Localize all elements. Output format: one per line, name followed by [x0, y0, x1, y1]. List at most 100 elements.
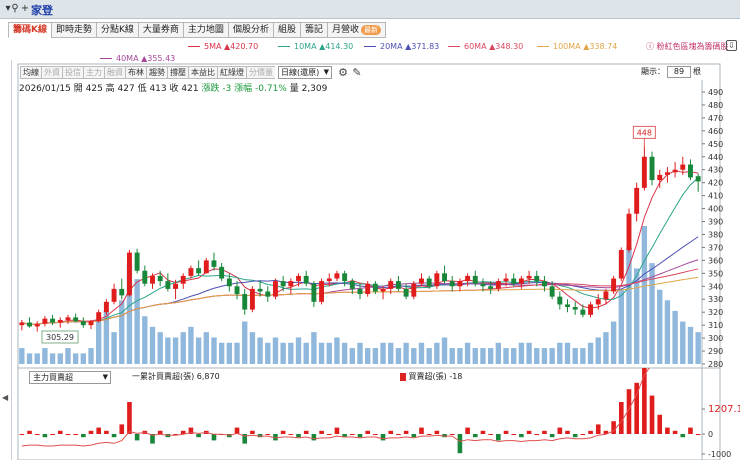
ma-hint[interactable]: ⓘ 粉紅色區塊為籌碼股	[646, 41, 729, 52]
volume-bar	[165, 337, 171, 364]
price-tick-label: 390	[708, 218, 723, 227]
net-buysell-bar	[119, 424, 125, 434]
candle-body	[265, 291, 271, 297]
tab-8[interactable]: 月營收 最新	[326, 22, 386, 38]
volume-bar	[149, 326, 156, 364]
candle-body	[296, 275, 301, 282]
candle-body	[395, 281, 401, 289]
tab-3[interactable]: 大量券商	[137, 22, 183, 38]
net-buysell-bar	[265, 434, 271, 435]
high-marker: 448	[637, 128, 652, 137]
net-buysell-bar	[496, 434, 501, 441]
ma-line-swatch	[188, 46, 200, 47]
net-buysell-chart[interactable]: 1207.1 0 -1000	[14, 368, 740, 460]
ma-legend-label: 10MA ▲414.30	[294, 42, 354, 51]
volume-bar	[526, 342, 532, 364]
volume-bar	[672, 310, 678, 364]
price-tick-label: 470	[708, 114, 723, 123]
net-buysell-bar	[611, 421, 616, 434]
volume-bar	[80, 353, 87, 364]
candle-body	[42, 318, 48, 324]
net-buysell-bar	[511, 434, 517, 435]
candle-body	[119, 288, 125, 296]
net-buysell-bar	[50, 434, 55, 435]
candle-body	[142, 270, 148, 284]
candle-body	[249, 288, 255, 310]
add-icon[interactable]: +	[19, 3, 31, 15]
volume-bar	[357, 342, 363, 364]
net-buysell-bar	[465, 427, 470, 434]
candle-body	[641, 156, 647, 188]
net-buysell-bar	[57, 430, 63, 434]
ma-legend-item: 60MA ▲348.30	[448, 42, 523, 51]
volume-bar	[687, 326, 694, 364]
volume-bar	[426, 348, 432, 364]
candle-body	[695, 176, 701, 182]
candle-body	[80, 321, 86, 326]
volume-bar	[242, 321, 248, 364]
candle-body	[19, 322, 25, 326]
ma-hint-text: 粉紅色區塊為籌碼股	[656, 42, 729, 51]
candle-body	[457, 281, 463, 287]
price-tick-label: 290	[708, 347, 723, 356]
download-icon[interactable]: ⇩	[726, 40, 737, 51]
volume-bar	[680, 321, 686, 364]
candle-body	[365, 283, 371, 295]
candle-body	[134, 252, 140, 271]
candle-body	[526, 275, 532, 279]
volume-bar	[42, 348, 48, 364]
stock-title: 家登	[31, 4, 53, 17]
net-buysell-bar	[303, 430, 309, 434]
candle-body	[649, 156, 655, 181]
candle-body	[203, 260, 209, 274]
volume-bar	[288, 342, 294, 364]
candle-body	[211, 260, 217, 267]
net-buysell-bar	[542, 430, 547, 434]
net-buysell-bar	[88, 430, 94, 434]
net-buysell-bar	[211, 434, 217, 441]
candle-body	[672, 169, 678, 173]
candle-body	[595, 299, 601, 305]
volume-bar	[249, 332, 256, 364]
net-buysell-bar	[365, 430, 370, 434]
candle-body	[65, 317, 71, 320]
collapse-icon[interactable]: ◀	[2, 393, 8, 402]
tab-6[interactable]: 組股	[272, 22, 300, 38]
candle-body	[664, 172, 670, 175]
tab-0[interactable]: 籌碼K線	[8, 22, 51, 38]
volume-bar	[518, 342, 525, 364]
tab-label: 主力地圖	[187, 25, 224, 35]
volume-bar	[157, 332, 163, 364]
net-buysell-bar	[127, 402, 132, 434]
ma-legend-label: 5MA ▲420.70	[204, 42, 259, 51]
ma-line-swatch	[448, 46, 460, 47]
net-buysell-bar	[688, 427, 693, 434]
volume-bar	[364, 348, 371, 364]
candle-body	[372, 283, 378, 292]
tab-1[interactable]: 即時走勢	[50, 22, 96, 38]
candle-body	[534, 275, 540, 282]
volume-bar	[188, 326, 194, 364]
volume-bar	[626, 247, 632, 364]
volume-bar	[349, 348, 356, 364]
tab-5[interactable]: 個股分析	[227, 22, 273, 38]
net-buysell-bar	[572, 434, 578, 438]
volume-bar	[57, 353, 63, 364]
net-buysell-bar	[457, 434, 463, 454]
candle-body	[157, 275, 163, 282]
volume-bar	[295, 337, 302, 364]
volume-bar	[664, 300, 671, 364]
candle-body	[565, 304, 570, 308]
candle-body	[680, 164, 686, 170]
candle-body	[603, 291, 609, 300]
volume-bar	[472, 348, 478, 364]
price-tick-label: 410	[708, 192, 723, 201]
net-buysell-bar	[27, 430, 32, 434]
volume-bar	[19, 348, 25, 364]
tab-7[interactable]: 籌記	[299, 22, 327, 38]
tab-4[interactable]: 主力地圖	[182, 22, 228, 38]
candlestick-chart[interactable]: 490 480 470 460 450 440 430 420 410 400 390 380 370 3…	[14, 62, 740, 368]
candle-body	[303, 275, 309, 284]
volume-bar	[541, 348, 548, 364]
tab-2[interactable]: 分點K線	[96, 22, 138, 38]
